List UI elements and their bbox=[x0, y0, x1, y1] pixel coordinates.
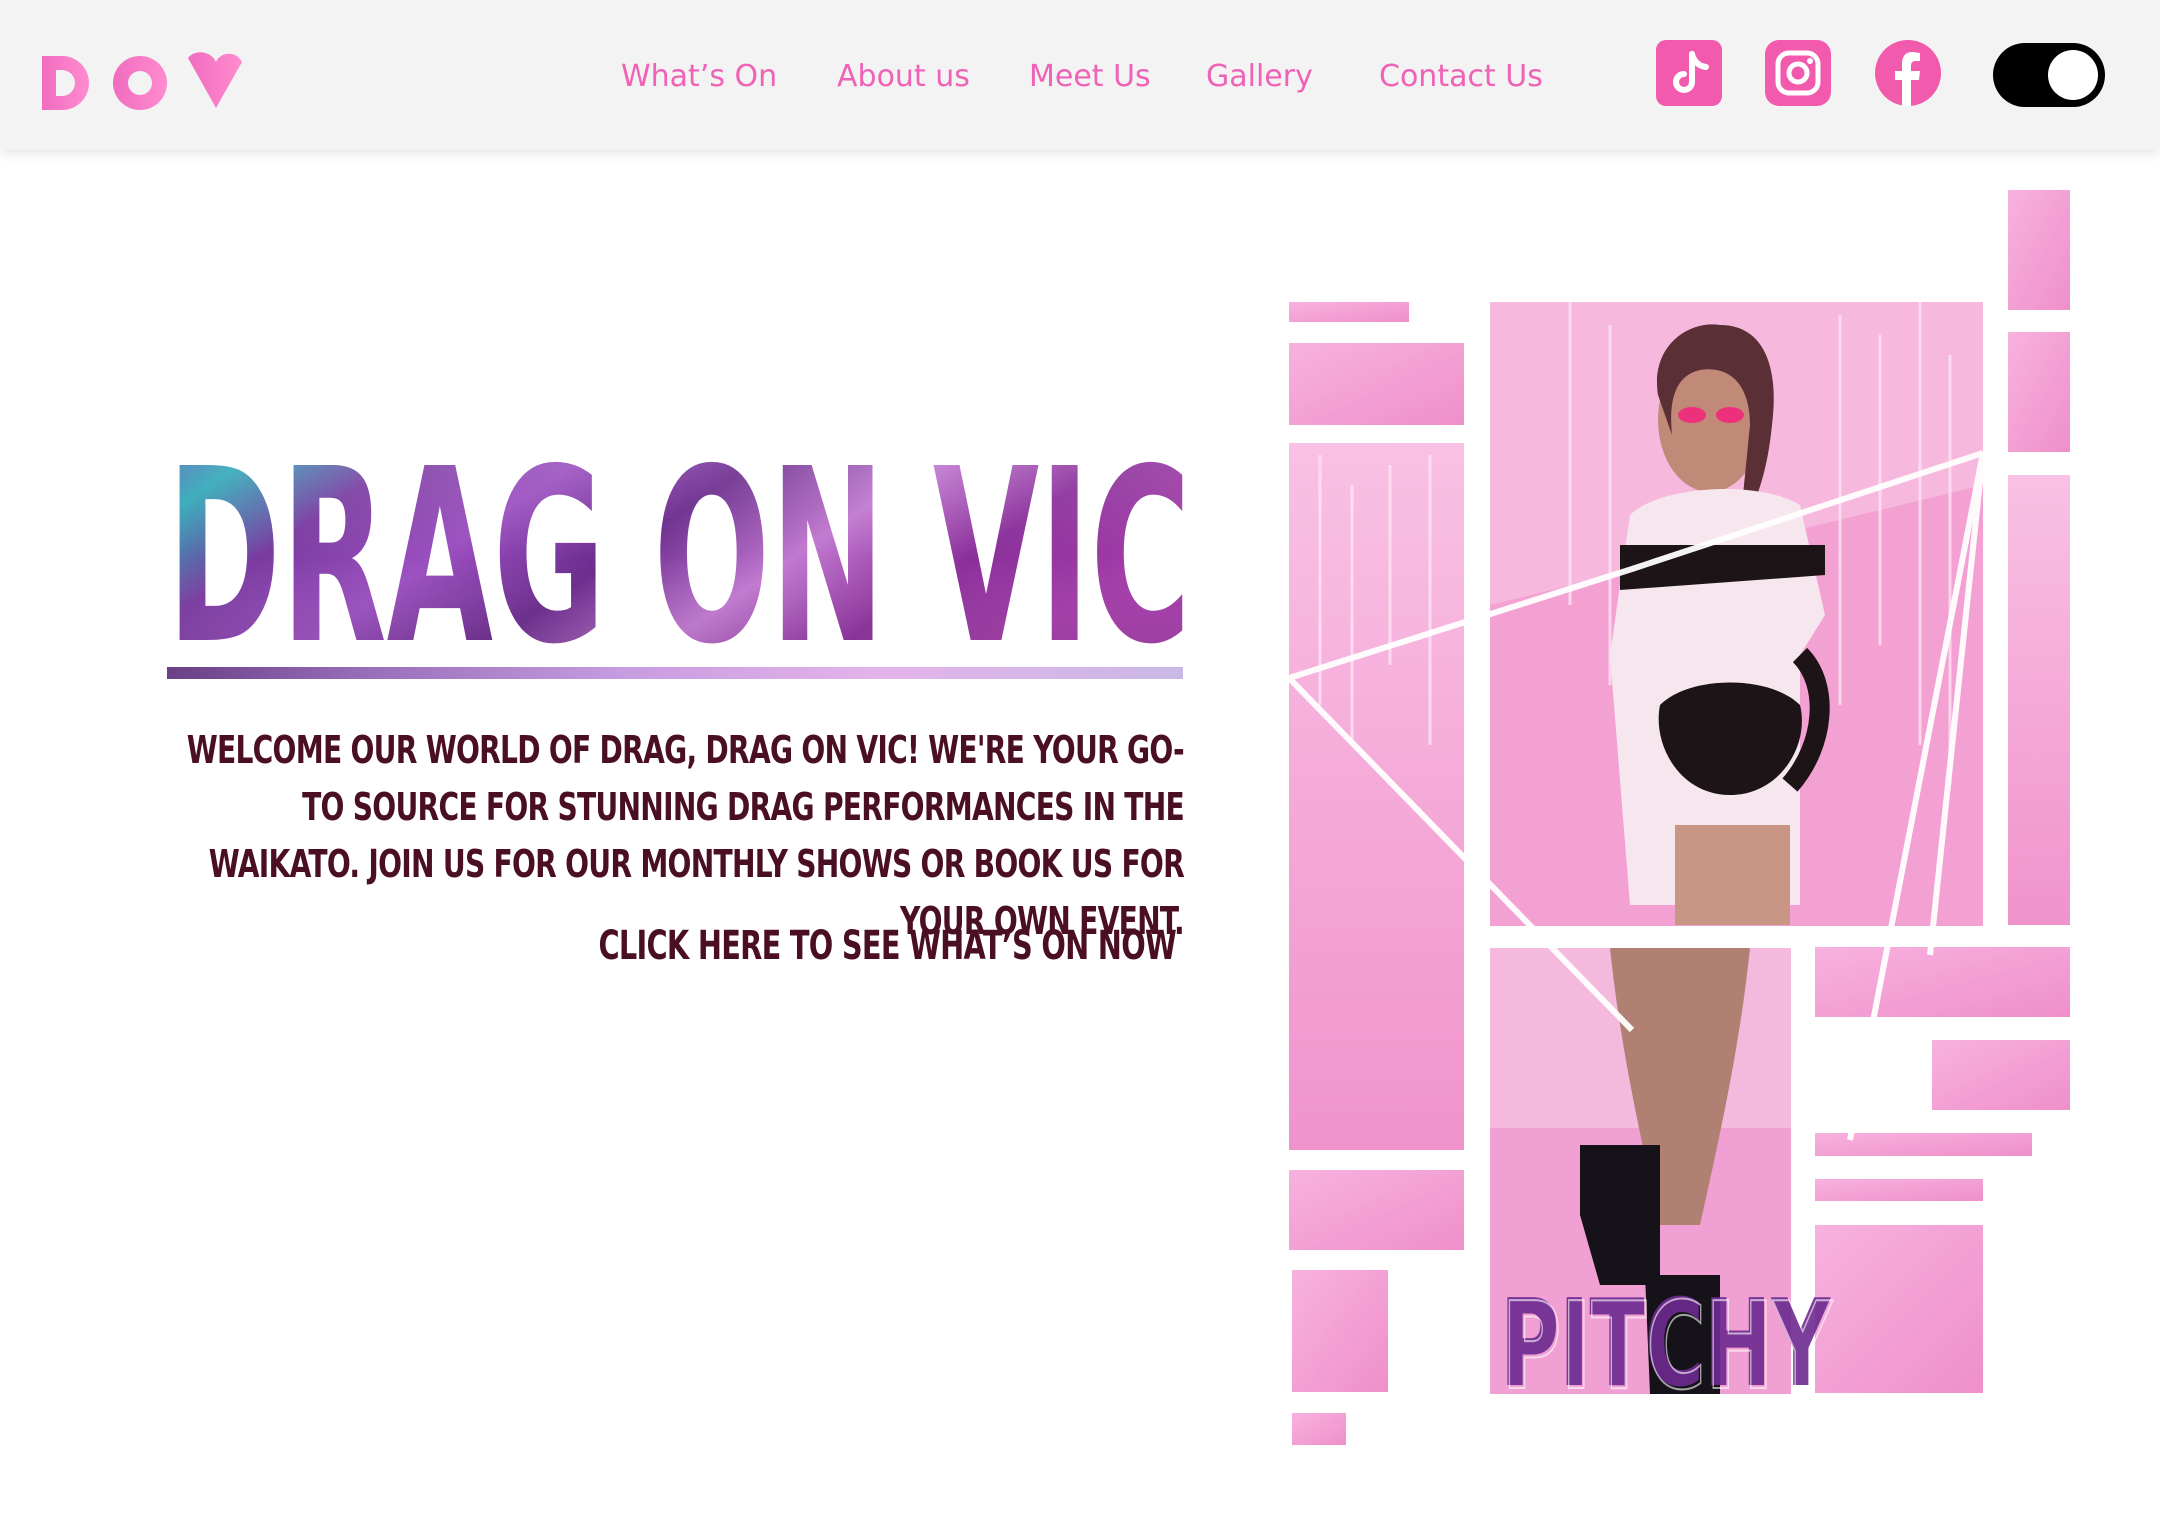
hero-underline bbox=[167, 667, 1183, 679]
performer-collage: PITCHY PITCHY bbox=[1280, 185, 2080, 1455]
collage-graphic: PITCHY PITCHY bbox=[1286, 190, 2070, 1445]
facebook-icon[interactable] bbox=[1875, 40, 1941, 106]
collage-tile bbox=[2008, 332, 2070, 452]
collage-tile bbox=[1292, 1413, 1346, 1445]
nav-whats-on[interactable]: What’s On bbox=[621, 50, 777, 104]
site-header: What’s On About us Meet Us Gallery Conta… bbox=[0, 0, 2160, 150]
collage-tile bbox=[1289, 343, 1464, 425]
nav-about-us[interactable]: About us bbox=[837, 50, 970, 104]
collage-tile bbox=[1815, 1179, 1983, 1201]
collage-tile bbox=[1815, 947, 2070, 1017]
nav-meet-us[interactable]: Meet Us bbox=[1029, 50, 1151, 104]
tiktok-icon[interactable] bbox=[1656, 40, 1722, 106]
performer-name-outline: PITCHY bbox=[1502, 1278, 1833, 1417]
hero-description: Welcome our world of drag, Drag On Vic! … bbox=[186, 728, 1185, 943]
theme-toggle[interactable] bbox=[1993, 43, 2105, 107]
toggle-knob bbox=[2048, 50, 2098, 100]
collage-tile bbox=[1815, 1225, 1983, 1393]
instagram-icon[interactable] bbox=[1765, 40, 1831, 106]
hero-title-sheen: DRAG ON VIC bbox=[167, 430, 1191, 660]
whats-on-cta-link[interactable]: CLICK HERE TO SEE WHAT’S ON NOW bbox=[528, 920, 1176, 972]
collage-tile bbox=[1289, 1170, 1464, 1250]
collage-tile bbox=[2008, 190, 2070, 310]
collage-tile bbox=[1289, 302, 1409, 322]
collage-tile bbox=[1815, 1133, 2032, 1156]
collage-tile bbox=[1289, 443, 1464, 1150]
collage-tile bbox=[1932, 1040, 2070, 1110]
hero-title: DRAG ON VIC DRAG ON VIC bbox=[167, 430, 1191, 660]
collage-tile bbox=[1292, 1270, 1388, 1392]
nav-contact-us[interactable]: Contact Us bbox=[1379, 50, 1543, 104]
nav-gallery[interactable]: Gallery bbox=[1206, 50, 1313, 104]
site-logo[interactable] bbox=[40, 52, 242, 114]
collage-tile bbox=[2008, 475, 2070, 925]
